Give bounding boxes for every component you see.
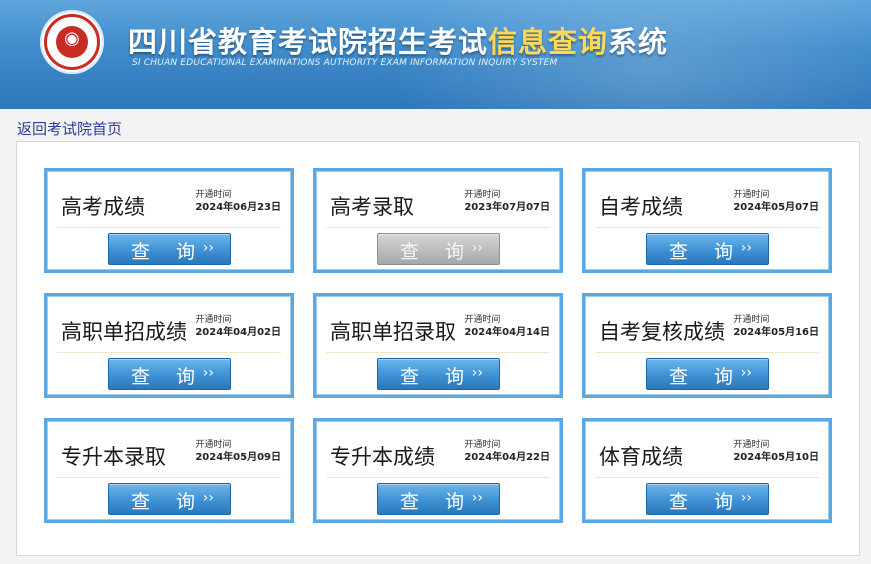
divider bbox=[326, 477, 550, 478]
double-chevron-right-icon: ›› bbox=[740, 240, 752, 256]
card-title: 高职单招成绩 bbox=[61, 320, 187, 344]
card-zikao-review-score: 自考复核成绩 开通时间 2024年05月16日 查 询 ›› bbox=[582, 293, 832, 398]
query-panel: 高考成绩 开通时间 2024年06月23日 查 询 ›› 高考录取 开通时间 2… bbox=[16, 141, 860, 556]
query-button-label: 查 询 bbox=[131, 241, 206, 263]
open-time-date: 2024年05月07日 bbox=[733, 202, 819, 213]
open-time-label: 开通时间 bbox=[464, 440, 501, 450]
query-button[interactable]: 查 询 ›› bbox=[108, 483, 231, 515]
open-time-label: 开通时间 bbox=[733, 315, 770, 325]
divider bbox=[57, 352, 281, 353]
card-pe-score: 体育成绩 开通时间 2024年05月10日 查 询 ›› bbox=[582, 418, 832, 523]
double-chevron-right-icon: ›› bbox=[471, 490, 483, 506]
card-title: 专升本录取 bbox=[61, 445, 166, 469]
site-title-highlight: 信息查询 bbox=[488, 25, 609, 59]
open-time-label: 开通时间 bbox=[195, 315, 232, 325]
card-title: 自考成绩 bbox=[599, 195, 683, 219]
query-button[interactable]: 查 询 ›› bbox=[377, 233, 500, 265]
open-time: 开通时间 2024年05月07日 bbox=[733, 189, 819, 214]
open-time-date: 2024年05月10日 bbox=[733, 452, 819, 463]
card-gaokao-admission: 高考录取 开通时间 2023年07月07日 查 询 ›› bbox=[313, 168, 563, 273]
card-title: 专升本成绩 bbox=[330, 445, 435, 469]
open-time-label: 开通时间 bbox=[195, 190, 232, 200]
open-time: 开通时间 2024年04月14日 bbox=[464, 314, 550, 339]
open-time: 开通时间 2023年07月07日 bbox=[464, 189, 550, 214]
card-vocational-score: 高职单招成绩 开通时间 2024年04月02日 查 询 ›› bbox=[44, 293, 294, 398]
open-time: 开通时间 2024年05月16日 bbox=[733, 314, 819, 339]
double-chevron-right-icon: ›› bbox=[740, 365, 752, 381]
site-title-part1: 四川省教育考试院招生考试 bbox=[128, 25, 489, 59]
open-time: 开通时间 2024年04月02日 bbox=[195, 314, 281, 339]
card-zikao-score: 自考成绩 开通时间 2024年05月07日 查 询 ›› bbox=[582, 168, 832, 273]
query-button[interactable]: 查 询 ›› bbox=[377, 358, 500, 390]
open-time-label: 开通时间 bbox=[195, 440, 232, 450]
card-upgrade-admission: 专升本录取 开通时间 2024年05月09日 查 询 ›› bbox=[44, 418, 294, 523]
open-time-date: 2024年04月02日 bbox=[195, 327, 281, 338]
institution-logo: ◉ bbox=[40, 10, 104, 74]
query-button[interactable]: 查 询 ›› bbox=[646, 233, 769, 265]
open-time: 开通时间 2024年04月22日 bbox=[464, 439, 550, 464]
query-button[interactable]: 查 询 ›› bbox=[646, 358, 769, 390]
double-chevron-right-icon: ›› bbox=[740, 490, 752, 506]
open-time-date: 2023年07月07日 bbox=[464, 202, 550, 213]
open-time: 开通时间 2024年05月09日 bbox=[195, 439, 281, 464]
query-button-label: 查 询 bbox=[669, 241, 744, 263]
open-time-label: 开通时间 bbox=[733, 190, 770, 200]
query-button-label: 查 询 bbox=[669, 366, 744, 388]
open-time: 开通时间 2024年05月10日 bbox=[733, 439, 819, 464]
double-chevron-right-icon: ›› bbox=[471, 365, 483, 381]
divider bbox=[595, 352, 819, 353]
card-title: 高职单招录取 bbox=[330, 320, 456, 344]
back-to-home-link[interactable]: 返回考试院首页 bbox=[17, 118, 122, 139]
divider bbox=[595, 227, 819, 228]
query-button-label: 查 询 bbox=[400, 366, 475, 388]
open-time-date: 2024年04月22日 bbox=[464, 452, 550, 463]
divider bbox=[595, 477, 819, 478]
card-title: 自考复核成绩 bbox=[599, 320, 725, 344]
query-button-label: 查 询 bbox=[131, 366, 206, 388]
open-time: 开通时间 2024年06月23日 bbox=[195, 189, 281, 214]
double-chevron-right-icon: ›› bbox=[471, 240, 483, 256]
divider bbox=[57, 227, 281, 228]
query-button-label: 查 询 bbox=[669, 491, 744, 513]
query-button-label: 查 询 bbox=[131, 491, 206, 513]
card-gaokao-score: 高考成绩 开通时间 2024年06月23日 查 询 ›› bbox=[44, 168, 294, 273]
open-time-date: 2024年04月14日 bbox=[464, 327, 550, 338]
double-chevron-right-icon: ›› bbox=[202, 365, 214, 381]
card-title: 体育成绩 bbox=[599, 445, 683, 469]
query-button-label: 查 询 bbox=[400, 241, 475, 263]
open-time-date: 2024年05月16日 bbox=[733, 327, 819, 338]
divider bbox=[57, 477, 281, 478]
card-title: 高考成绩 bbox=[61, 195, 145, 219]
logo-glyph: ◉ bbox=[64, 28, 80, 49]
double-chevron-right-icon: ›› bbox=[202, 490, 214, 506]
double-chevron-right-icon: ›› bbox=[202, 240, 214, 256]
site-title-part3: 系统 bbox=[608, 25, 669, 59]
query-button[interactable]: 查 询 ›› bbox=[108, 358, 231, 390]
query-button[interactable]: 查 询 ›› bbox=[108, 233, 231, 265]
open-time-label: 开通时间 bbox=[733, 440, 770, 450]
query-button[interactable]: 查 询 ›› bbox=[377, 483, 500, 515]
site-header: ◉ 四川省教育考试院招生考试信息查询系统 SI CHUAN EDUCATIONA… bbox=[0, 0, 871, 109]
card-title: 高考录取 bbox=[330, 195, 414, 219]
card-upgrade-score: 专升本成绩 开通时间 2024年04月22日 查 询 ›› bbox=[313, 418, 563, 523]
card-vocational-admission: 高职单招录取 开通时间 2024年04月14日 查 询 ›› bbox=[313, 293, 563, 398]
open-time-label: 开通时间 bbox=[464, 190, 501, 200]
query-button-label: 查 询 bbox=[400, 491, 475, 513]
divider bbox=[326, 352, 550, 353]
open-time-label: 开通时间 bbox=[464, 315, 501, 325]
site-subtitle: SI CHUAN EDUCATIONAL EXAMINATIONS AUTHOR… bbox=[132, 58, 558, 68]
query-button[interactable]: 查 询 ›› bbox=[646, 483, 769, 515]
open-time-date: 2024年05月09日 bbox=[195, 452, 281, 463]
divider bbox=[326, 227, 550, 228]
open-time-date: 2024年06月23日 bbox=[195, 202, 281, 213]
site-title: 四川省教育考试院招生考试信息查询系统 bbox=[128, 19, 668, 61]
